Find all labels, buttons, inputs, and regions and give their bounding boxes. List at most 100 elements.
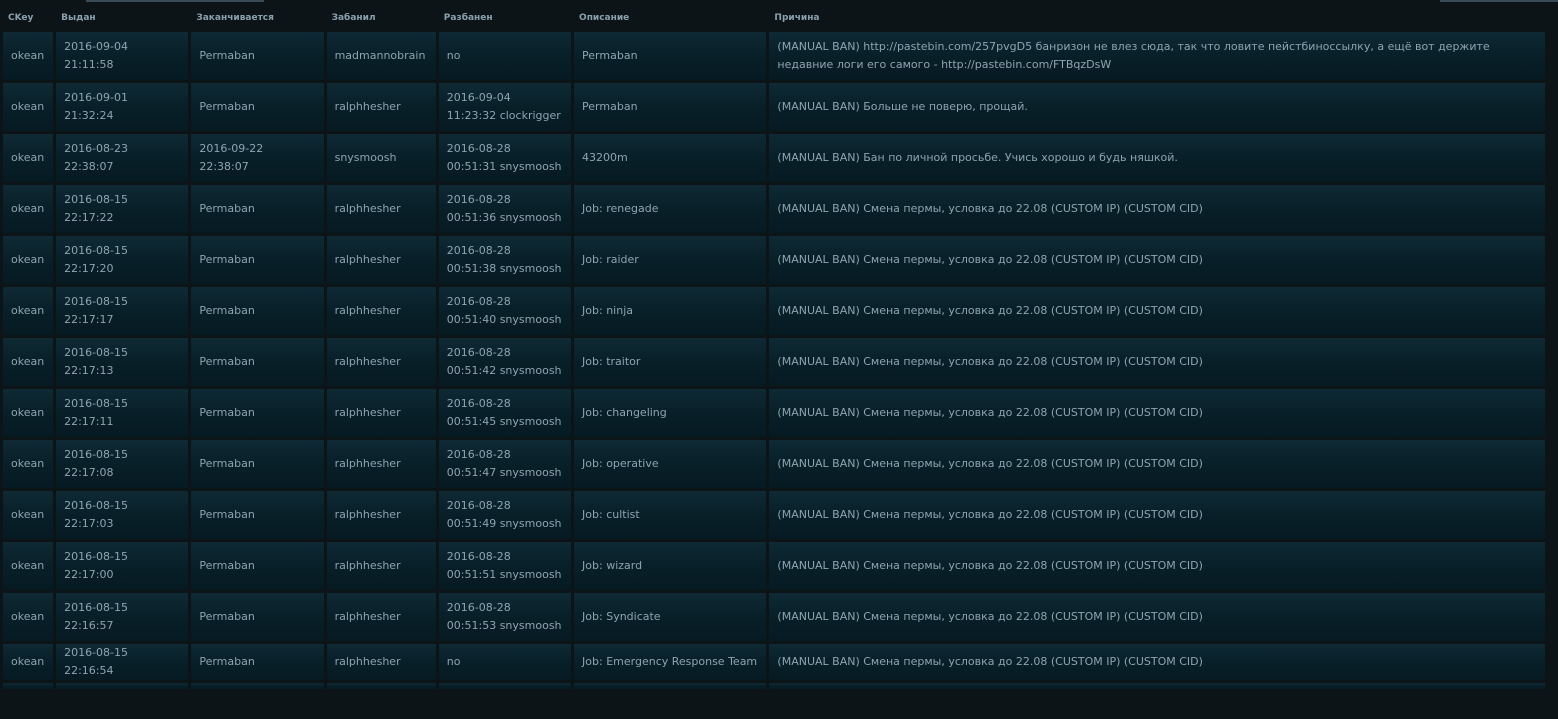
cell-description: Permaban xyxy=(574,32,767,80)
cell-description: Job: raider xyxy=(574,236,767,284)
cell-ckey: okean xyxy=(3,644,54,680)
cell-partial xyxy=(3,683,54,689)
cell-reason: (MANUAL BAN) Больше не поверю, прощай. xyxy=(769,83,1545,131)
table-row: okean 2016-08-15 22:17:08 Permaban ralph… xyxy=(3,440,1545,488)
cell-description: Job: cultist xyxy=(574,491,767,539)
cell-reason: (MANUAL BAN) Смена пермы, условка до 22.… xyxy=(769,593,1545,641)
cell-ckey: okean xyxy=(3,185,54,233)
column-header-banned-by: Забанил xyxy=(326,6,436,29)
cell-banned-by: ralphhesher xyxy=(326,185,436,233)
cell-reason: (MANUAL BAN) http://pastebin.com/257pvgD… xyxy=(769,32,1545,80)
column-header-expires: Заканчивается xyxy=(191,6,324,29)
cell-reason: (MANUAL BAN) Смена пермы, условка до 22.… xyxy=(769,389,1545,437)
cell-expires: Permaban xyxy=(191,644,324,680)
column-header-unbanned: Разбанен xyxy=(438,6,572,29)
cell-reason: (MANUAL BAN) Смена пермы, условка до 22.… xyxy=(769,440,1545,488)
cell-banned-by: ralphhesher xyxy=(326,389,436,437)
header-row: CKey Выдан Заканчивается Забанил Разбане… xyxy=(3,6,1545,29)
cell-issued: 2016-08-23 22:38:07 xyxy=(56,134,189,182)
cell-description: Job: traitor xyxy=(574,338,767,386)
cell-expires: Permaban xyxy=(191,236,324,284)
cell-description: Job: changeling xyxy=(574,389,767,437)
cell-description: Job: Syndicate xyxy=(574,593,767,641)
cell-issued: 2016-08-15 22:17:08 xyxy=(56,440,189,488)
cell-description: Job: operative xyxy=(574,440,767,488)
table-row: okean 2016-08-15 22:17:20 Permaban ralph… xyxy=(3,236,1545,284)
cell-expires: Permaban xyxy=(191,440,324,488)
cell-description: 43200m xyxy=(574,134,767,182)
cell-expires: 2016-09-22 22:38:07 xyxy=(191,134,324,182)
cell-ckey: okean xyxy=(3,338,54,386)
column-header-ckey: CKey xyxy=(3,6,54,29)
table-row: okean 2016-08-15 22:16:57 Permaban ralph… xyxy=(3,593,1545,641)
cell-banned-by: ralphhesher xyxy=(326,338,436,386)
table-row: okean 2016-09-01 21:32:24 Permaban ralph… xyxy=(3,83,1545,131)
cell-partial xyxy=(769,683,1545,689)
cell-ckey: okean xyxy=(3,134,54,182)
cell-banned-by: snysmoosh xyxy=(326,134,436,182)
table-row: okean 2016-09-04 21:11:58 Permaban madma… xyxy=(3,32,1545,80)
cell-expires: Permaban xyxy=(191,593,324,641)
cell-partial xyxy=(56,683,189,689)
cell-description: Job: Emergency Response Team xyxy=(574,644,767,680)
cell-description: Job: ninja xyxy=(574,287,767,335)
table-row: okean 2016-08-15 22:17:03 Permaban ralph… xyxy=(3,491,1545,539)
cell-unbanned: 2016-08-28 00:51:40 snysmoosh xyxy=(438,287,572,335)
table-row: okean 2016-08-23 22:38:07 2016-09-22 22:… xyxy=(3,134,1545,182)
cell-issued: 2016-09-04 21:11:58 xyxy=(56,32,189,80)
cell-issued: 2016-08-15 22:17:03 xyxy=(56,491,189,539)
cell-reason: (MANUAL BAN) Смена пермы, условка до 22.… xyxy=(769,644,1545,680)
cell-partial xyxy=(191,683,324,689)
table-row: okean 2016-08-15 22:17:00 Permaban ralph… xyxy=(3,542,1545,590)
cell-banned-by: ralphhesher xyxy=(326,440,436,488)
cell-banned-by: ralphhesher xyxy=(326,542,436,590)
cell-reason: (MANUAL BAN) Смена пермы, условка до 22.… xyxy=(769,287,1545,335)
cell-unbanned: 2016-09-04 11:23:32 clockrigger xyxy=(438,83,572,131)
ban-table: CKey Выдан Заканчивается Забанил Разбане… xyxy=(0,3,1548,692)
table-row: okean 2016-08-15 22:17:13 Permaban ralph… xyxy=(3,338,1545,386)
cell-banned-by: ralphhesher xyxy=(326,644,436,680)
cell-banned-by: ralphhesher xyxy=(326,236,436,284)
column-header-reason: Причина xyxy=(769,6,1545,29)
cell-issued: 2016-08-15 22:17:22 xyxy=(56,185,189,233)
cell-ckey: okean xyxy=(3,389,54,437)
cell-banned-by: ralphhesher xyxy=(326,83,436,131)
cell-unbanned: 2016-08-28 00:51:45 snysmoosh xyxy=(438,389,572,437)
cell-ckey: okean xyxy=(3,83,54,131)
top-tab-edge xyxy=(1440,0,1558,2)
cell-unbanned: no xyxy=(438,644,572,680)
cell-expires: Permaban xyxy=(191,338,324,386)
cell-ckey: okean xyxy=(3,236,54,284)
cell-partial xyxy=(438,683,572,689)
cell-issued: 2016-08-15 22:17:17 xyxy=(56,287,189,335)
cell-ckey: okean xyxy=(3,491,54,539)
cell-banned-by: madmannobrain xyxy=(326,32,436,80)
cell-unbanned: 2016-08-28 00:51:53 snysmoosh xyxy=(438,593,572,641)
cell-description: Permaban xyxy=(574,83,767,131)
cell-unbanned: 2016-08-28 00:51:31 snysmoosh xyxy=(438,134,572,182)
table-row: okean 2016-08-15 22:17:22 Permaban ralph… xyxy=(3,185,1545,233)
cell-unbanned: 2016-08-28 00:51:36 snysmoosh xyxy=(438,185,572,233)
cell-expires: Permaban xyxy=(191,83,324,131)
cell-unbanned: 2016-08-28 00:51:38 snysmoosh xyxy=(438,236,572,284)
cell-expires: Permaban xyxy=(191,32,324,80)
cell-reason: (MANUAL BAN) Бан по личной просьбе. Учис… xyxy=(769,134,1545,182)
cell-issued: 2016-09-01 21:32:24 xyxy=(56,83,189,131)
cell-reason: (MANUAL BAN) Смена пермы, условка до 22.… xyxy=(769,491,1545,539)
cell-expires: Permaban xyxy=(191,185,324,233)
table-row-partial xyxy=(3,683,1545,689)
cell-description: Job: wizard xyxy=(574,542,767,590)
cell-banned-by: ralphhesher xyxy=(326,287,436,335)
cell-reason: (MANUAL BAN) Смена пермы, условка до 22.… xyxy=(769,542,1545,590)
cell-banned-by: ralphhesher xyxy=(326,491,436,539)
cell-expires: Permaban xyxy=(191,287,324,335)
cell-reason: (MANUAL BAN) Смена пермы, условка до 22.… xyxy=(769,185,1545,233)
table-row: okean 2016-08-15 22:17:11 Permaban ralph… xyxy=(3,389,1545,437)
cell-issued: 2016-08-15 22:17:00 xyxy=(56,542,189,590)
cell-issued: 2016-08-15 22:16:54 xyxy=(56,644,189,680)
table-row: okean 2016-08-15 22:17:17 Permaban ralph… xyxy=(3,287,1545,335)
cell-partial xyxy=(326,683,436,689)
cell-unbanned: 2016-08-28 00:51:47 snysmoosh xyxy=(438,440,572,488)
cell-issued: 2016-08-15 22:17:11 xyxy=(56,389,189,437)
cell-ckey: okean xyxy=(3,32,54,80)
